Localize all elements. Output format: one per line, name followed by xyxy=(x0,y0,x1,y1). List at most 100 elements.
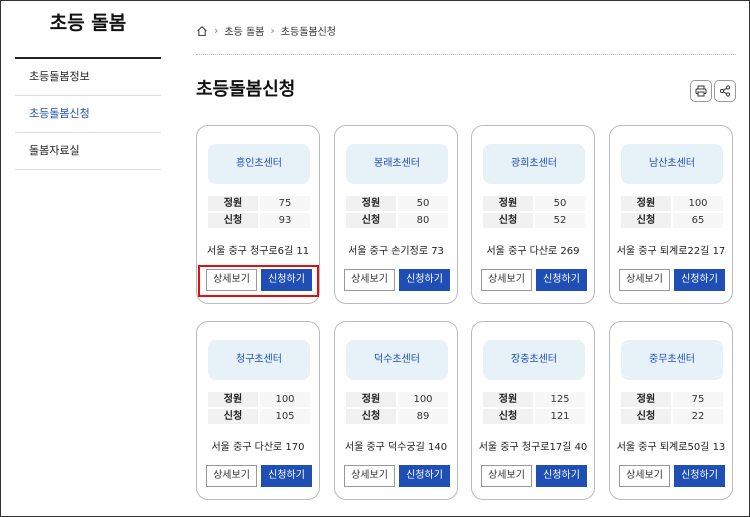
apply-button[interactable]: 신청하기 xyxy=(399,465,450,487)
apply-button[interactable]: 신청하기 xyxy=(399,269,450,291)
apply-button[interactable]: 신청하기 xyxy=(536,269,587,291)
applied-row: 신청 52 xyxy=(483,213,585,228)
capacity-value: 100 xyxy=(260,392,310,407)
capacity-label: 정원 xyxy=(483,196,533,211)
capacity-value: 75 xyxy=(260,196,310,211)
applied-label: 신청 xyxy=(621,409,671,424)
capacity-value: 100 xyxy=(673,196,723,211)
applied-label: 신청 xyxy=(208,213,258,228)
center-name: 덕수초센터 xyxy=(346,340,448,380)
apply-button[interactable]: 신청하기 xyxy=(536,465,587,487)
capacity-row: 정원 100 xyxy=(208,392,310,407)
center-address: 서울 중구 퇴계로50길 13 xyxy=(616,442,726,453)
applied-value: 93 xyxy=(260,213,310,228)
applied-row: 신청 121 xyxy=(483,409,585,424)
chevron-right-icon: › xyxy=(270,24,275,37)
applied-value: 22 xyxy=(673,409,723,424)
center-card: 흥인초센터 정원 75 신청 93 서울 중구 청구로6길 11 상세보기 신청하기 xyxy=(196,125,320,304)
capacity-value: 50 xyxy=(535,196,585,211)
applied-row: 신청 65 xyxy=(621,213,723,228)
detail-button[interactable]: 상세보기 xyxy=(206,465,257,487)
capacity-label: 정원 xyxy=(208,196,258,211)
center-card: 중무초센터 정원 75 신청 22 서울 중구 퇴계로50길 13 상세보기 신청하기 xyxy=(609,321,733,500)
center-name: 봉래초센터 xyxy=(346,144,448,184)
chevron-right-icon: › xyxy=(214,24,219,37)
page-title: 초등돌봄신청 xyxy=(196,79,296,100)
capacity-row: 정원 50 xyxy=(483,196,585,211)
applied-label: 신청 xyxy=(346,409,396,424)
breadcrumb-item[interactable]: 초등돌봄신청 xyxy=(281,23,336,38)
share-icon xyxy=(719,85,731,97)
applied-label: 신청 xyxy=(621,213,671,228)
apply-button[interactable]: 신청하기 xyxy=(674,465,725,487)
detail-button[interactable]: 상세보기 xyxy=(481,269,532,291)
center-card: 청구초센터 정원 100 신청 105 서울 중구 다산로 170 상세보기 신청하기 xyxy=(196,321,320,500)
sidebar-item-resources[interactable]: 돌봄자료실 xyxy=(15,133,161,170)
applied-value: 121 xyxy=(535,409,585,424)
applied-label: 신청 xyxy=(346,213,396,228)
capacity-row: 정원 125 xyxy=(483,392,585,407)
capacity-label: 정원 xyxy=(621,196,671,211)
capacity-label: 정원 xyxy=(346,392,396,407)
applied-row: 신청 80 xyxy=(346,213,448,228)
capacity-row: 정원 75 xyxy=(208,196,310,211)
detail-button[interactable]: 상세보기 xyxy=(619,269,670,291)
applied-row: 신청 22 xyxy=(621,409,723,424)
capacity-row: 정원 100 xyxy=(621,196,723,211)
capacity-label: 정원 xyxy=(346,196,396,211)
capacity-value: 100 xyxy=(398,392,448,407)
center-address: 서울 중구 청구로6길 11 xyxy=(206,246,310,257)
sidebar-item-apply[interactable]: 초등돌봄신청 xyxy=(15,96,161,133)
sidebar-title: 초등 돌봄 xyxy=(15,1,161,59)
center-card: 봉래초센터 정원 50 신청 80 서울 중구 손기정로 73 상세보기 신청하기 xyxy=(334,125,458,304)
center-card: 장충초센터 정원 125 신청 121 서울 중구 청구로17길 40 상세보기 신청하기 xyxy=(471,321,595,500)
center-name: 광희초센터 xyxy=(483,144,585,184)
print-icon xyxy=(695,85,707,97)
applied-value: 105 xyxy=(260,409,310,424)
capacity-row: 정원 75 xyxy=(621,392,723,407)
sidebar: 초등 돌봄 초등돌봄정보 초등돌봄신청 돌봄자료실 xyxy=(15,1,161,170)
divider xyxy=(196,54,736,55)
print-button[interactable] xyxy=(690,80,712,102)
center-name: 중무초센터 xyxy=(621,340,723,380)
center-name: 흥인초센터 xyxy=(208,144,310,184)
capacity-label: 정원 xyxy=(208,392,258,407)
center-address: 서울 중구 덕수궁길 140 xyxy=(344,442,448,453)
capacity-value: 50 xyxy=(398,196,448,211)
detail-button[interactable]: 상세보기 xyxy=(344,269,395,291)
capacity-value: 125 xyxy=(535,392,585,407)
center-name: 청구초센터 xyxy=(208,340,310,380)
center-card: 광희초센터정원 50 신청 52 서울 중구 다산로 269 상세보기 신청하기 xyxy=(471,125,595,304)
capacity-label: 정원 xyxy=(621,392,671,407)
applied-label: 신청 xyxy=(208,409,258,424)
detail-button[interactable]: 상세보기 xyxy=(344,465,395,487)
center-address: 서울 중구 손기정로 73 xyxy=(348,246,444,257)
applied-row: 신청 105 xyxy=(208,409,310,424)
home-icon[interactable] xyxy=(196,25,208,37)
capacity-label: 정원 xyxy=(483,392,533,407)
applied-value: 80 xyxy=(398,213,448,228)
applied-row: 신청 93 xyxy=(208,213,310,228)
capacity-value: 75 xyxy=(673,392,723,407)
applied-label: 신청 xyxy=(483,409,533,424)
center-address: 서울 중구 다산로 269 xyxy=(486,246,580,257)
applied-value: 89 xyxy=(398,409,448,424)
breadcrumb: › 초등 돌봄 › 초등돌봄신청 xyxy=(196,23,336,38)
detail-button[interactable]: 상세보기 xyxy=(619,465,670,487)
detail-button[interactable]: 상세보기 xyxy=(481,465,532,487)
center-card: 덕수초센터정원 100 신청 89 서울 중구 덕수궁길 140 상세보기 신청하기 xyxy=(334,321,458,500)
center-address: 서울 중구 다산로 170 xyxy=(211,442,305,453)
apply-button[interactable]: 신청하기 xyxy=(674,269,725,291)
center-card: 남산초센터정원 100 신청 65 서울 중구 퇴계로22길 17 상세보기 신청하기 xyxy=(609,125,733,304)
detail-button[interactable]: 상세보기 xyxy=(206,269,257,291)
share-button[interactable] xyxy=(714,80,736,102)
center-name: 장충초센터 xyxy=(483,340,585,380)
capacity-row: 정원 50 xyxy=(346,196,448,211)
center-name: 남산초센터 xyxy=(621,144,723,184)
sidebar-item-info[interactable]: 초등돌봄정보 xyxy=(15,59,161,96)
apply-button[interactable]: 신청하기 xyxy=(261,465,312,487)
breadcrumb-item[interactable]: 초등 돌봄 xyxy=(224,23,264,38)
apply-button[interactable]: 신청하기 xyxy=(261,269,312,291)
applied-value: 52 xyxy=(535,213,585,228)
center-address: 서울 중구 퇴계로22길 17 xyxy=(616,246,726,257)
